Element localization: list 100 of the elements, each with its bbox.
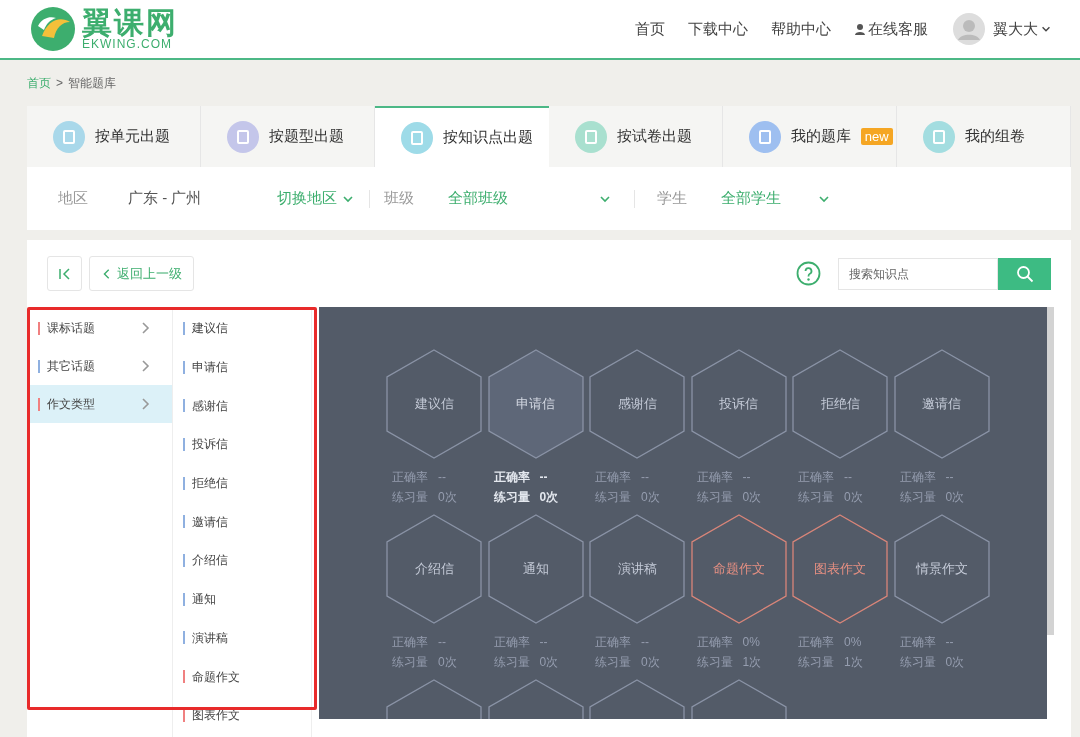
stat-value: --	[539, 634, 548, 651]
nav-link[interactable]: 首页	[635, 17, 665, 41]
search-button[interactable]	[998, 257, 1051, 290]
first-level-button[interactable]	[47, 256, 82, 291]
search-icon	[1015, 264, 1034, 283]
stat-label: 练习量	[493, 489, 530, 506]
stat-label: 练习量	[696, 489, 733, 506]
subcategory-item[interactable]: 投诉信	[173, 425, 311, 464]
stat-value: 0次	[945, 489, 965, 506]
stat-value: 0次	[641, 654, 660, 671]
category-item[interactable]: 其它话题	[30, 347, 172, 385]
new-badge: new	[860, 128, 893, 145]
stat-value: 0次	[945, 654, 965, 671]
subcategory-item[interactable]: 邀请信	[173, 502, 311, 542]
stat-label: 练习量	[798, 489, 834, 506]
avatar-icon[interactable]	[953, 13, 985, 45]
stat-value: --	[641, 634, 649, 651]
topic-hexagon[interactable]: 投诉信	[690, 349, 787, 459]
subcategory-item[interactable]: 申请信	[173, 347, 311, 387]
stat-label: 正确率	[696, 634, 733, 651]
logo-text: 翼课网	[82, 8, 178, 38]
stat-value: 0次	[539, 654, 559, 671]
topic-hexagon[interactable]: 演讲稿	[589, 514, 685, 624]
stat-value: --	[945, 634, 954, 651]
topic-hexagon[interactable]: 拒绝信	[792, 349, 888, 459]
subcategory-item[interactable]: 图表作文	[173, 695, 311, 735]
topic-hexagon[interactable]: 建议信	[386, 349, 482, 459]
topic-hexagon[interactable]: 感谢信	[589, 349, 685, 459]
stat-label: 正确率	[392, 634, 428, 651]
subcategory-item[interactable]: 介绍信	[173, 541, 311, 580]
filter-label: 地区	[58, 188, 88, 209]
topic-hexagon[interactable]: 通知	[487, 514, 584, 624]
stat-value: 0%	[742, 634, 760, 651]
stat-label: 正确率	[595, 634, 631, 651]
stat-label: 练习量	[392, 489, 428, 506]
stat-label: 正确率	[392, 469, 428, 486]
nav-link[interactable]: 在线客服	[854, 17, 928, 41]
subcategory-item[interactable]: 命题作文	[173, 657, 311, 696]
subcategory-item[interactable]: 拒绝信	[173, 463, 311, 503]
topic-hexagon[interactable]: 邀请信	[893, 349, 990, 459]
stat-label: 练习量	[595, 654, 631, 671]
person-icon	[854, 23, 866, 35]
scrollbar[interactable]	[1047, 307, 1054, 635]
filter-label: 班级	[384, 188, 415, 209]
subcategory-item[interactable]: 演讲稿	[173, 618, 311, 658]
stat-label: 练习量	[899, 654, 936, 671]
stat-value: 0次	[438, 489, 457, 506]
stat-label: 正确率	[899, 634, 936, 651]
mode-tab[interactable]: 按知识点出题	[375, 106, 549, 167]
logo-subtitle: EKWING.COM	[82, 38, 172, 50]
hexagon-icon[interactable]	[690, 679, 787, 719]
category-item[interactable]: 作文类型	[30, 385, 172, 423]
subcategory-item[interactable]: 感谢信	[173, 386, 311, 426]
topic-hexagon[interactable]: 情景作文	[893, 514, 990, 624]
stat-label: 练习量	[798, 654, 834, 671]
stat-value: --	[438, 469, 446, 486]
category-item[interactable]: 课标话题	[30, 309, 172, 347]
subcategory-item[interactable]: 通知	[173, 579, 311, 619]
stat-label: 正确率	[798, 634, 834, 651]
breadcrumb-separator: >	[56, 75, 63, 92]
stat-label: 正确率	[798, 469, 834, 486]
stat-label: 练习量	[696, 654, 733, 671]
user-menu[interactable]: 翼大大	[993, 17, 1052, 41]
stat-value: 0次	[641, 489, 660, 506]
hexagon-icon[interactable]	[386, 679, 482, 719]
search-field[interactable]: 搜索知识点	[838, 257, 998, 290]
nav-link[interactable]: 下载中心	[688, 17, 748, 41]
stat-label: 练习量	[595, 489, 631, 506]
stat-label: 正确率	[493, 634, 530, 651]
stat-value: 0次	[742, 489, 762, 506]
stat-value: 0%	[844, 634, 862, 651]
stat-value: --	[742, 469, 751, 486]
nav-link[interactable]: 帮助中心	[771, 17, 831, 41]
stat-value: 1次	[844, 654, 863, 671]
stat-label: 正确率	[493, 469, 530, 486]
stat-value: --	[539, 469, 548, 486]
stat-value: 1次	[742, 654, 762, 671]
stat-value: --	[438, 634, 446, 651]
stat-label: 正确率	[899, 469, 936, 486]
topic-hexagon[interactable]: 申请信	[487, 349, 584, 459]
stat-value: --	[844, 469, 852, 486]
region-value: 广东 - 广州	[128, 188, 202, 209]
logo-icon	[28, 6, 78, 52]
stat-label: 练习量	[392, 654, 428, 671]
first-page-icon	[57, 266, 72, 281]
stat-value: 0次	[844, 489, 863, 506]
hexagon-icon[interactable]	[487, 679, 584, 719]
subcategory-item[interactable]: 建议信	[173, 309, 311, 348]
stat-value: --	[641, 469, 649, 486]
hexagon-icon[interactable]	[589, 679, 685, 719]
help-icon[interactable]	[796, 261, 821, 286]
stat-label: 正确率	[595, 469, 631, 486]
stat-value: 0次	[438, 654, 457, 671]
stat-value: 0次	[539, 489, 559, 506]
stat-label: 练习量	[493, 654, 530, 671]
stat-label: 练习量	[899, 489, 936, 506]
filter-label: 学生	[657, 188, 688, 209]
topic-hexagon[interactable]: 介绍信	[386, 514, 482, 624]
stat-value: --	[945, 469, 954, 486]
breadcrumb-current: 智能题库	[68, 75, 116, 92]
